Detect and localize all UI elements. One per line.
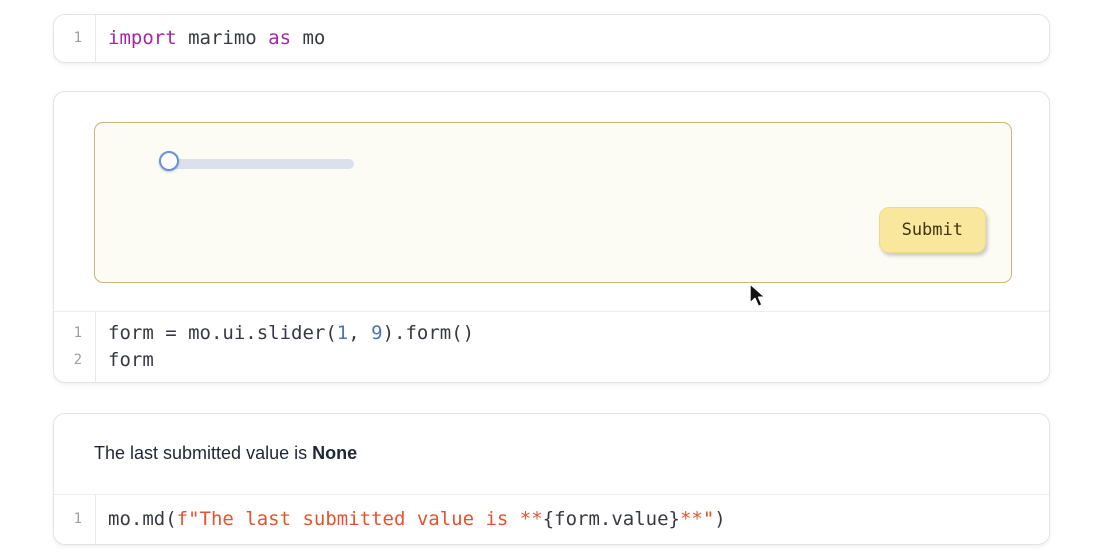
code-lines[interactable]: import marimo as mo	[96, 15, 1049, 62]
line-number-gutter: 1	[54, 495, 96, 544]
code-editor[interactable]: 1 import marimo as mo	[54, 15, 1049, 62]
code-lines[interactable]: mo.md(f"The last submitted value is **{f…	[96, 495, 1049, 544]
code-lines[interactable]: form = mo.ui.slider(1, 9).form() form	[96, 312, 1049, 382]
line-number: 1	[74, 25, 95, 52]
code-editor[interactable]: 1 2 form = mo.ui.slider(1, 9).form() for…	[54, 311, 1049, 382]
cell-form: Submit 1 2 form = mo.ui.slider(1, 9).for…	[53, 91, 1050, 383]
cell-markdown: The last submitted value is None 1 mo.md…	[53, 413, 1050, 545]
code-editor[interactable]: 1 mo.md(f"The last submitted value is **…	[54, 494, 1049, 544]
line-number: 1	[74, 506, 95, 533]
code-line[interactable]: form = mo.ui.slider(1, 9).form()	[108, 320, 1049, 347]
line-number-gutter: 1	[54, 15, 96, 62]
line-number: 1	[74, 320, 95, 347]
notebook: 1 import marimo as mo Submit 1 2	[53, 14, 1050, 545]
cell-output: The last submitted value is None	[54, 414, 1049, 494]
submit-button[interactable]: Submit	[879, 207, 986, 253]
slider[interactable]	[161, 151, 354, 176]
line-number: 2	[74, 347, 95, 374]
submit-row: Submit	[95, 207, 986, 253]
code-line[interactable]: import marimo as mo	[108, 25, 1049, 52]
cell-output: Submit	[54, 122, 1049, 283]
slider-track[interactable]	[161, 159, 354, 169]
code-line[interactable]: form	[108, 347, 1049, 374]
line-number-gutter: 1 2	[54, 312, 96, 382]
cell-import: 1 import marimo as mo	[53, 14, 1050, 63]
markdown-text: The last submitted value is None	[54, 414, 1049, 494]
code-line[interactable]: mo.md(f"The last submitted value is **{f…	[108, 506, 1049, 533]
form-container: Submit	[94, 122, 1012, 283]
slider-thumb[interactable]	[159, 151, 179, 171]
